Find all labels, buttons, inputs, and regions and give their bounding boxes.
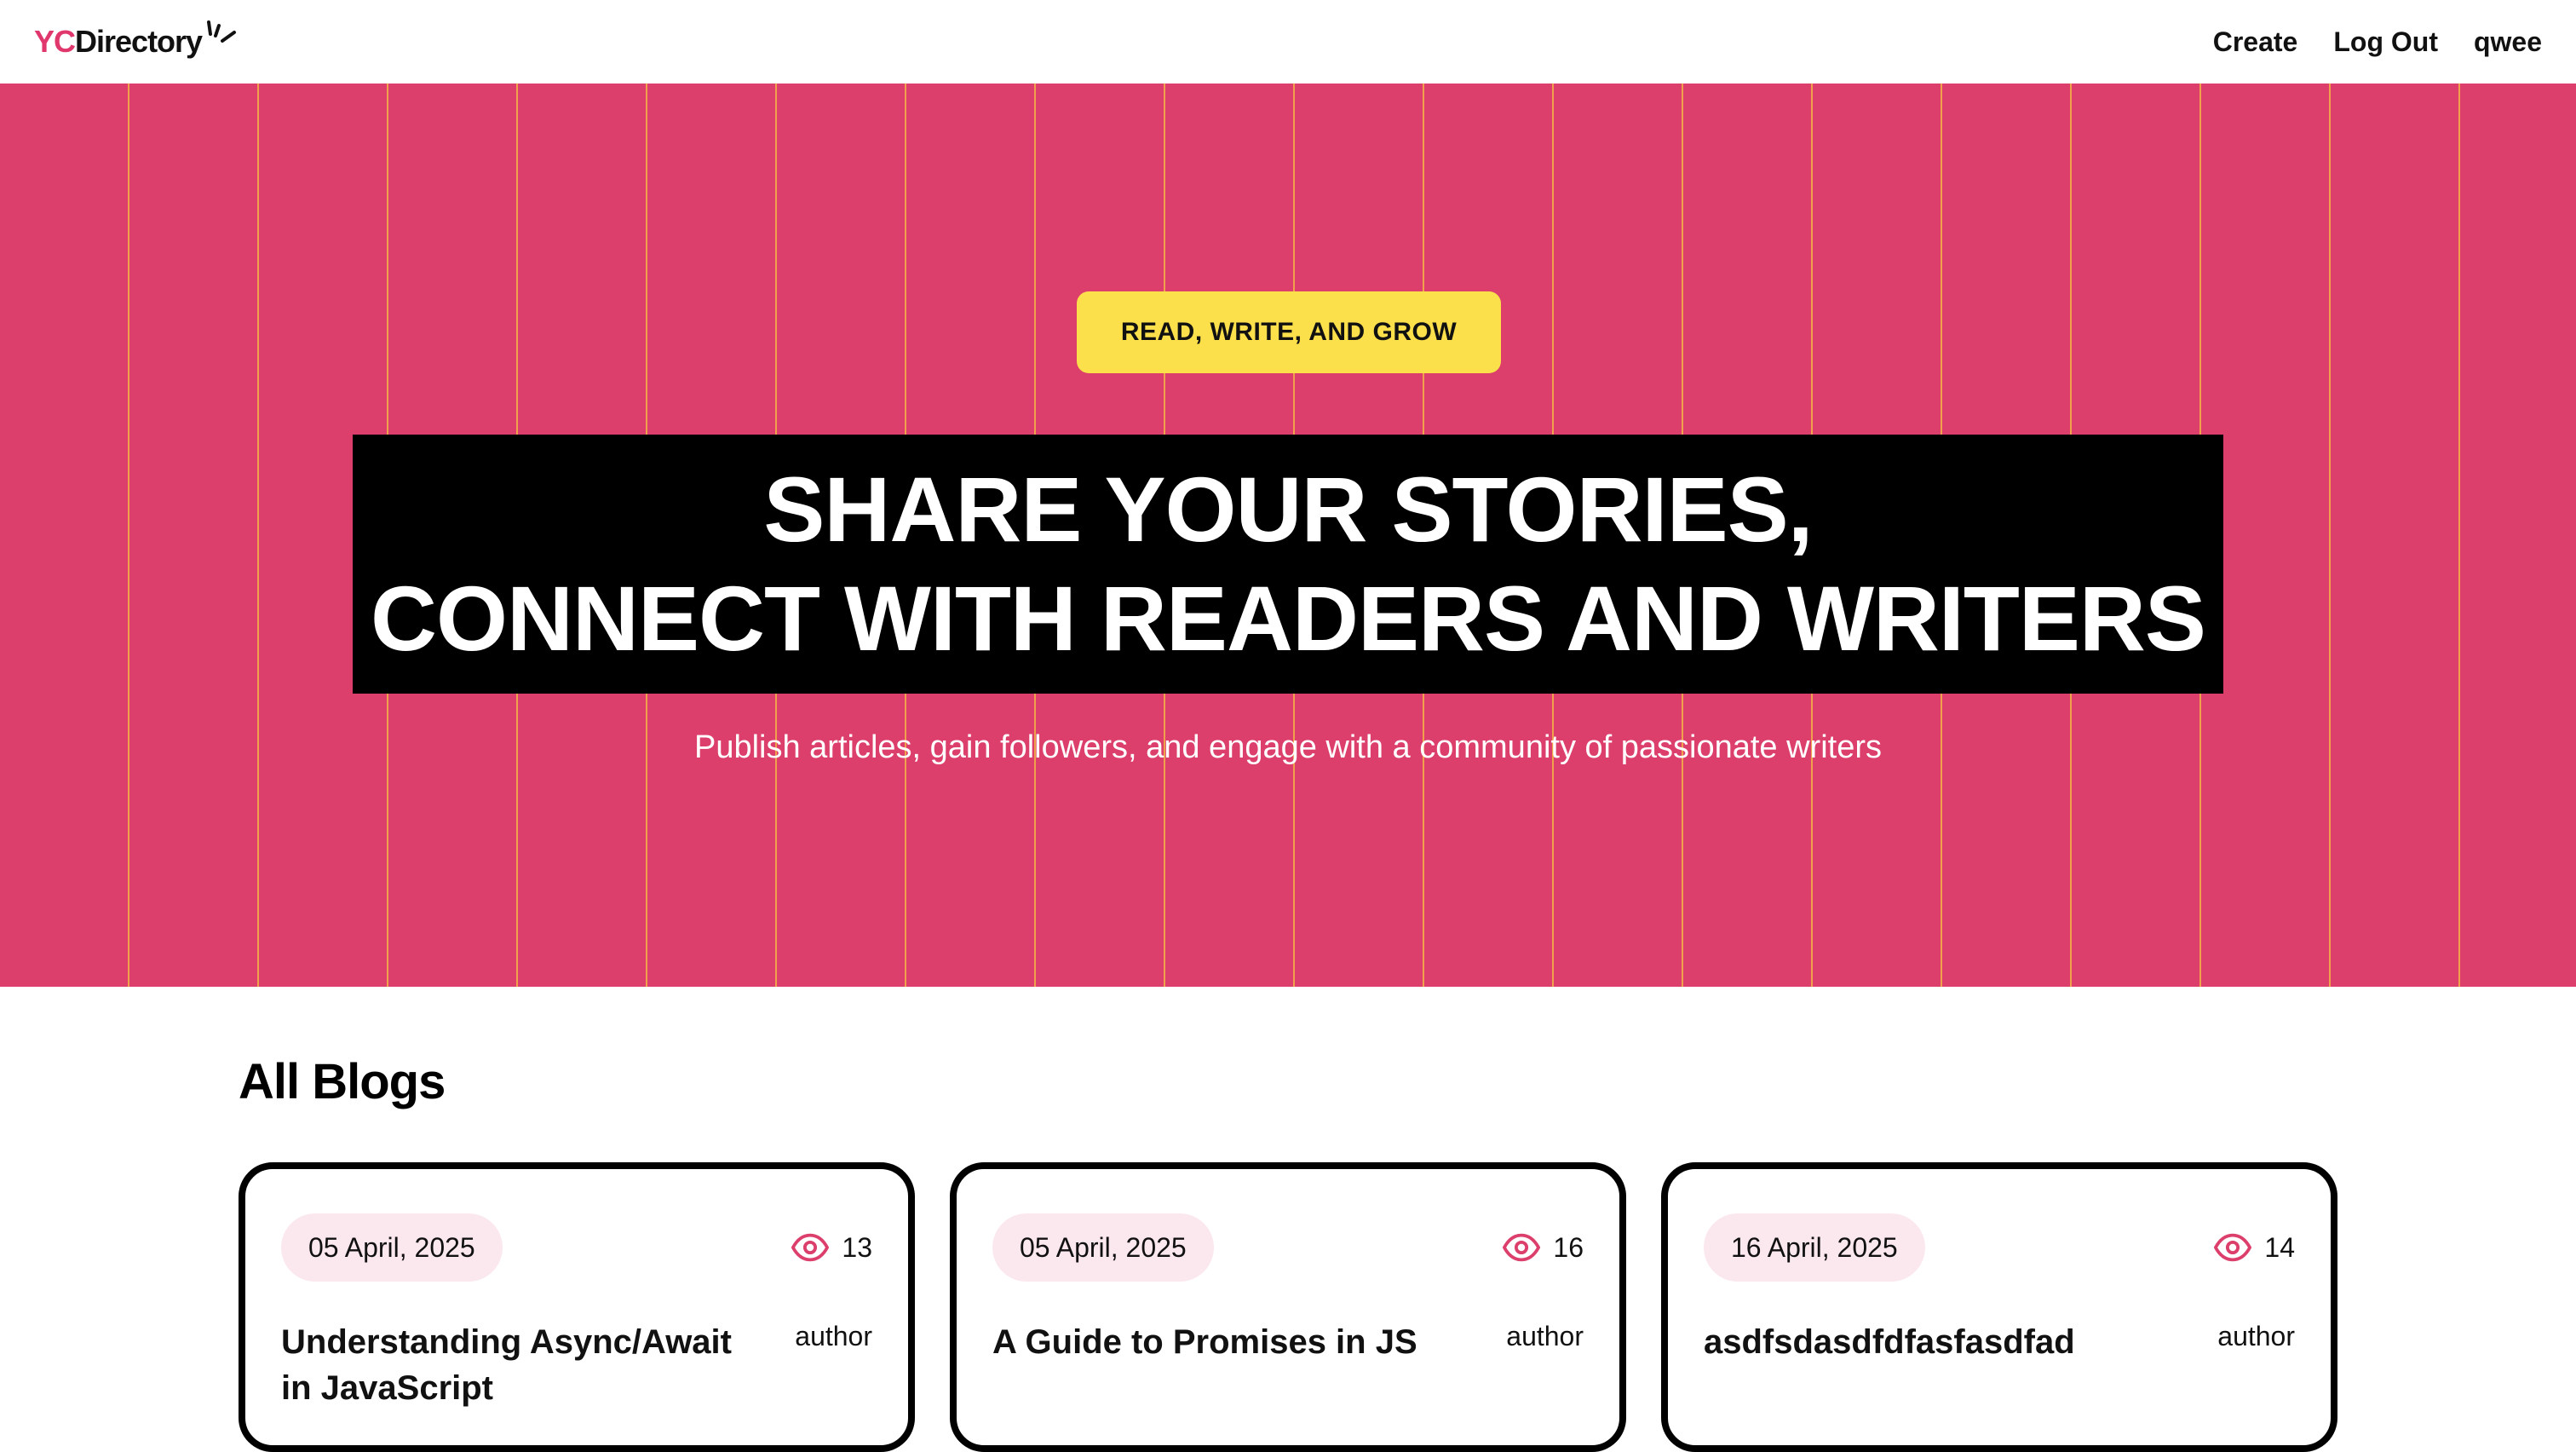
logo-link[interactable]: YC Directory bbox=[34, 20, 239, 60]
blog-title[interactable]: asdfsdasdfdfasfasdfad bbox=[1704, 1319, 2181, 1365]
hero-section: READ, WRITE, AND GROW SHARE YOUR STORIES… bbox=[0, 84, 2576, 987]
blog-views: 16 bbox=[1502, 1213, 1584, 1282]
blog-card[interactable]: 05 April, 2025 13 Understanding Async/Aw… bbox=[239, 1162, 915, 1452]
blog-author[interactable]: author bbox=[2217, 1321, 2295, 1352]
blog-title[interactable]: A Guide to Promises in JS bbox=[992, 1319, 1469, 1365]
hero-tag: READ, WRITE, AND GROW bbox=[1077, 291, 1501, 373]
spark-icon bbox=[207, 20, 237, 43]
blog-title[interactable]: Understanding Async/Await in JavaScript bbox=[281, 1319, 758, 1411]
blog-card[interactable]: 16 April, 2025 14 asdfsdasdfdfasfasdfad … bbox=[1661, 1162, 2337, 1452]
view-count: 13 bbox=[842, 1231, 872, 1263]
create-link[interactable]: Create bbox=[2213, 26, 2298, 58]
logo-suffix: Directory bbox=[75, 24, 203, 59]
hero-headline-line-1: SHARE YOUR STORIES, bbox=[763, 458, 1813, 561]
blog-card[interactable]: 05 April, 2025 16 A Guide to Promises in… bbox=[950, 1162, 1626, 1452]
nav-links: Create Log Out qwee bbox=[2213, 26, 2542, 58]
hero-headline-line-2: CONNECT WITH READERS AND WRITERS bbox=[371, 567, 2206, 670]
eye-icon bbox=[2214, 1233, 2252, 1262]
section-title: All Blogs bbox=[239, 1054, 446, 1109]
logout-link[interactable]: Log Out bbox=[2333, 26, 2438, 58]
logo-prefix: YC bbox=[34, 24, 76, 59]
blog-views: 13 bbox=[791, 1213, 872, 1282]
blog-date: 05 April, 2025 bbox=[992, 1213, 1214, 1282]
user-profile-link[interactable]: qwee bbox=[2474, 26, 2542, 58]
blog-author[interactable]: author bbox=[795, 1321, 872, 1352]
hero-headline: SHARE YOUR STORIES, CONNECT WITH READERS… bbox=[353, 435, 2223, 694]
eye-icon bbox=[1503, 1233, 1541, 1262]
view-count: 16 bbox=[1553, 1231, 1584, 1263]
blog-views: 14 bbox=[2213, 1213, 2295, 1282]
blog-author[interactable]: author bbox=[1506, 1321, 1584, 1352]
blog-date: 16 April, 2025 bbox=[1704, 1213, 1925, 1282]
eye-icon bbox=[791, 1233, 830, 1262]
navbar: YC Directory Create Log Out qwee bbox=[0, 0, 2576, 84]
hero-subtitle: Publish articles, gain followers, and en… bbox=[693, 729, 1883, 765]
view-count: 14 bbox=[2264, 1231, 2295, 1263]
blog-date: 05 April, 2025 bbox=[281, 1213, 503, 1282]
